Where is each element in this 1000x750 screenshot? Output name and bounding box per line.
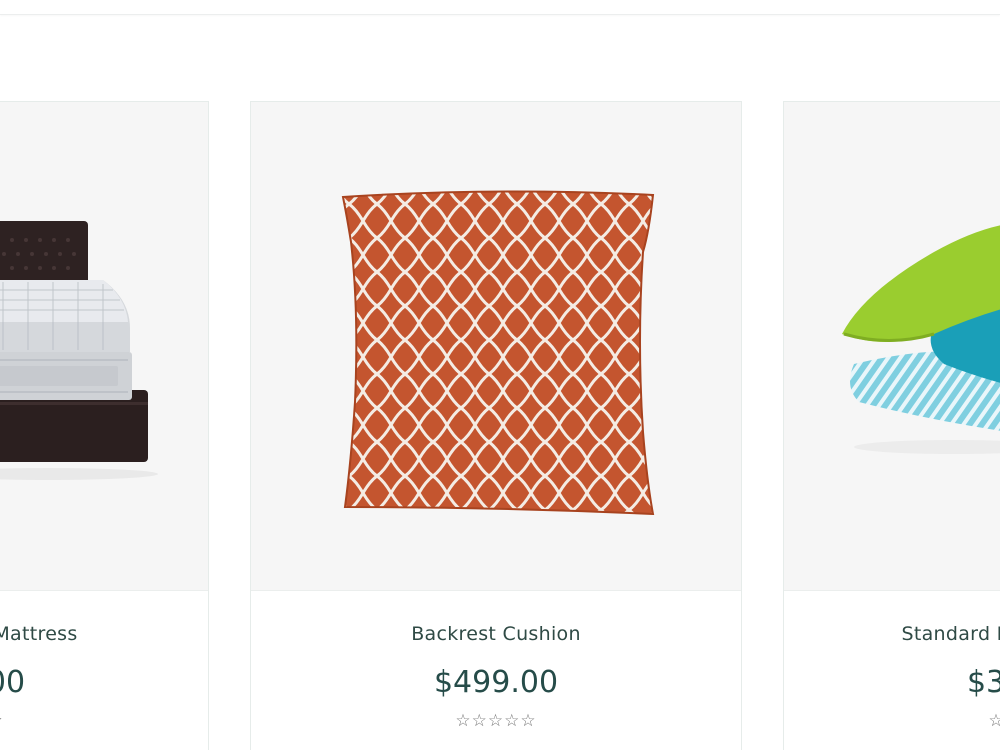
product-price: $399.00: [966, 665, 1000, 700]
product-name[interactable]: Backrest Cushion: [251, 623, 741, 645]
mattress-bed-image: [0, 221, 158, 480]
colorful-pillows-image: [842, 225, 1000, 454]
product-card[interactable]: Backrest Cushion $499.00 ☆☆☆☆☆: [250, 101, 742, 750]
star-rating-icon: ☆☆☆☆☆: [455, 711, 537, 731]
product-image[interactable]: [251, 102, 741, 591]
page: Memory Foam Mattress $349.00 ★★★★★ Backr…: [0, 0, 1000, 750]
product-image[interactable]: [784, 102, 1000, 591]
header-bar: [0, 0, 1000, 15]
product-price: $499.00: [433, 665, 559, 700]
star-rating-icon: ★★★★★: [0, 711, 208, 731]
product-name[interactable]: Memory Foam Mattress: [0, 623, 208, 645]
product-card[interactable]: Standard Microfiber Pillow $399.00 ☆☆☆☆☆: [783, 101, 1000, 750]
product-price: $349.00: [0, 665, 26, 700]
star-rating-icon: ☆☆☆☆☆: [784, 711, 1000, 731]
product-name[interactable]: Standard Microfiber Pillow: [784, 623, 1000, 645]
product-image[interactable]: [0, 102, 208, 591]
product-card[interactable]: Memory Foam Mattress $349.00 ★★★★★: [0, 101, 209, 750]
patterned-cushion-image: [341, 190, 655, 516]
